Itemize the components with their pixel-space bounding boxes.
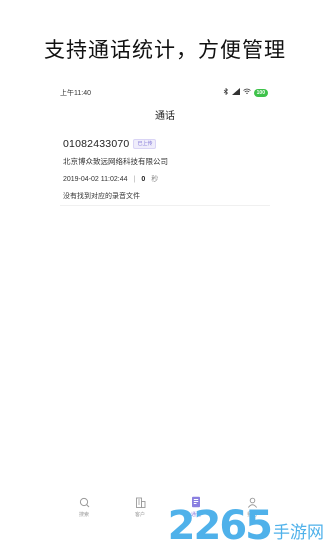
status-time: 上午11:40 bbox=[60, 90, 91, 97]
site-watermark: 2265 手游网 bbox=[168, 506, 324, 546]
call-datetime: 2019-04-02 11:02:44 bbox=[63, 175, 128, 183]
call-duration: 0 bbox=[141, 175, 146, 183]
upload-status-badge: 已上传 bbox=[133, 139, 157, 149]
status-bar: 上午11:40 100 bbox=[60, 87, 272, 100]
duration-unit: 秒 bbox=[151, 176, 159, 183]
tab-label: 客户 bbox=[134, 512, 145, 518]
watermark-logo: 2265 bbox=[167, 503, 273, 549]
promo-title: 支持通话统计，方便管理 bbox=[44, 38, 286, 62]
wifi-icon bbox=[242, 88, 251, 97]
status-icons: 100 bbox=[223, 87, 268, 97]
building-icon bbox=[134, 496, 146, 508]
phone-row: 01082433070 已上传 bbox=[63, 138, 268, 150]
search-icon bbox=[78, 496, 90, 508]
separator: | bbox=[133, 175, 136, 183]
tab-customers[interactable]: 客户 bbox=[126, 496, 154, 526]
bluetooth-icon bbox=[223, 87, 229, 97]
tab-label: 搜索 bbox=[78, 512, 89, 518]
watermark-text: 手游网 bbox=[273, 522, 324, 543]
divider bbox=[60, 205, 270, 206]
page-title: 通话 bbox=[155, 111, 175, 122]
recording-status: 没有找到对应的录音文件 bbox=[63, 193, 140, 200]
battery-icon: 100 bbox=[253, 88, 268, 97]
tab-search[interactable]: 搜索 bbox=[70, 496, 98, 526]
call-time-row: 2019-04-02 11:02:44 | 0 秒 bbox=[63, 174, 268, 184]
call-record-card[interactable]: 01082433070 已上传 北京博众致远网络科技有限公司 2019-04-0… bbox=[63, 138, 268, 201]
phone-number: 01082433070 bbox=[63, 138, 130, 150]
company-name: 北京博众致远网络科技有限公司 bbox=[63, 157, 168, 166]
signal-icon bbox=[231, 88, 240, 97]
